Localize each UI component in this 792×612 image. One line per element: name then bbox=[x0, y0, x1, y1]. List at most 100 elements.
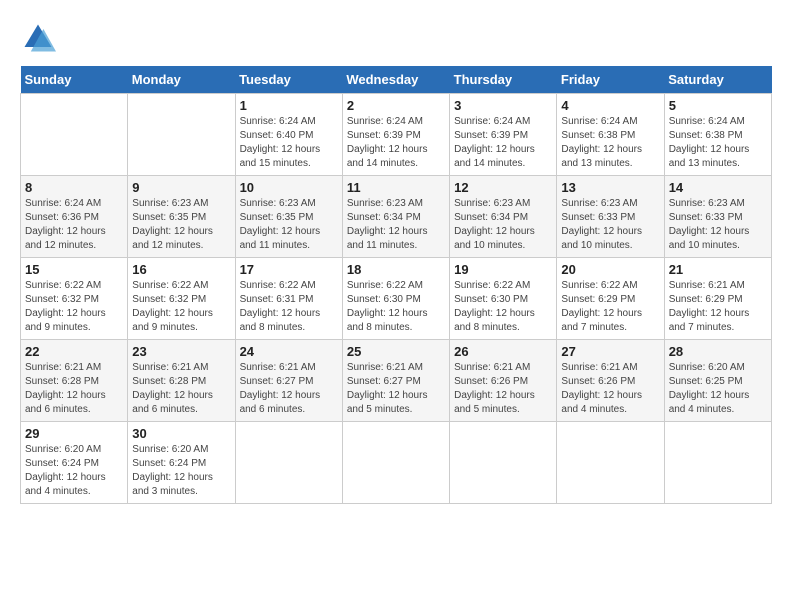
calendar-day-10: 10 Sunrise: 6:23 AMSunset: 6:35 PMDayligh… bbox=[235, 176, 342, 258]
day-number: 18 bbox=[347, 262, 445, 277]
day-number: 20 bbox=[561, 262, 659, 277]
day-number: 8 bbox=[25, 180, 123, 195]
day-number: 24 bbox=[240, 344, 338, 359]
calendar-day-19: 19 Sunrise: 6:22 AMSunset: 6:30 PMDayligh… bbox=[450, 258, 557, 340]
day-info: Sunrise: 6:21 AMSunset: 6:26 PMDaylight:… bbox=[454, 361, 552, 417]
calendar-day-25: 25 Sunrise: 6:21 AMSunset: 6:27 PMDayligh… bbox=[342, 340, 449, 422]
calendar-day-17: 17 Sunrise: 6:22 AMSunset: 6:31 PMDayligh… bbox=[235, 258, 342, 340]
day-number: 28 bbox=[669, 344, 767, 359]
calendar-week-4: 22 Sunrise: 6:21 AMSunset: 6:28 PMDayligh… bbox=[21, 340, 772, 422]
calendar-day-8: 8 Sunrise: 6:24 AMSunset: 6:36 PMDaylight… bbox=[21, 176, 128, 258]
calendar-week-5: 29 Sunrise: 6:20 AMSunset: 6:24 PMDayligh… bbox=[21, 422, 772, 504]
day-number: 27 bbox=[561, 344, 659, 359]
day-info: Sunrise: 6:23 AMSunset: 6:35 PMDaylight:… bbox=[132, 197, 230, 253]
day-info: Sunrise: 6:21 AMSunset: 6:27 PMDaylight:… bbox=[240, 361, 338, 417]
page-header bbox=[20, 20, 772, 56]
day-number: 26 bbox=[454, 344, 552, 359]
calendar-day-24: 24 Sunrise: 6:21 AMSunset: 6:27 PMDayligh… bbox=[235, 340, 342, 422]
empty-cell bbox=[342, 422, 449, 504]
logo-icon bbox=[20, 20, 56, 56]
day-info: Sunrise: 6:20 AMSunset: 6:24 PMDaylight:… bbox=[132, 443, 230, 499]
logo bbox=[20, 20, 60, 56]
day-info: Sunrise: 6:24 AMSunset: 6:36 PMDaylight:… bbox=[25, 197, 123, 253]
calendar-day-30: 30 Sunrise: 6:20 AMSunset: 6:24 PMDayligh… bbox=[128, 422, 235, 504]
day-number: 5 bbox=[669, 98, 767, 113]
day-info: Sunrise: 6:21 AMSunset: 6:28 PMDaylight:… bbox=[25, 361, 123, 417]
calendar-day-29: 29Sunrise: 6:20 AMSunset: 6:24 PMDayligh… bbox=[21, 422, 128, 504]
calendar-day-26: 26 Sunrise: 6:21 AMSunset: 6:26 PMDayligh… bbox=[450, 340, 557, 422]
calendar-day-16: 16 Sunrise: 6:22 AMSunset: 6:32 PMDayligh… bbox=[128, 258, 235, 340]
day-info: Sunrise: 6:22 AMSunset: 6:31 PMDaylight:… bbox=[240, 279, 338, 335]
column-header-monday: Monday bbox=[128, 66, 235, 94]
calendar-header-row: SundayMondayTuesdayWednesdayThursdayFrid… bbox=[21, 66, 772, 94]
day-number: 16 bbox=[132, 262, 230, 277]
day-info: Sunrise: 6:21 AMSunset: 6:28 PMDaylight:… bbox=[132, 361, 230, 417]
calendar-day-1: 1 Sunrise: 6:24 AMSunset: 6:40 PMDaylight… bbox=[235, 94, 342, 176]
day-number: 22 bbox=[25, 344, 123, 359]
column-header-tuesday: Tuesday bbox=[235, 66, 342, 94]
day-info: Sunrise: 6:21 AMSunset: 6:27 PMDaylight:… bbox=[347, 361, 445, 417]
empty-cell bbox=[450, 422, 557, 504]
day-info: Sunrise: 6:22 AMSunset: 6:29 PMDaylight:… bbox=[561, 279, 659, 335]
day-info: Sunrise: 6:23 AMSunset: 6:33 PMDaylight:… bbox=[669, 197, 767, 253]
day-info: Sunrise: 6:23 AMSunset: 6:34 PMDaylight:… bbox=[347, 197, 445, 253]
day-info: Sunrise: 6:23 AMSunset: 6:33 PMDaylight:… bbox=[561, 197, 659, 253]
calendar-week-1: 1 Sunrise: 6:24 AMSunset: 6:40 PMDaylight… bbox=[21, 94, 772, 176]
day-info: Sunrise: 6:23 AMSunset: 6:34 PMDaylight:… bbox=[454, 197, 552, 253]
day-number: 10 bbox=[240, 180, 338, 195]
calendar-day-20: 20 Sunrise: 6:22 AMSunset: 6:29 PMDayligh… bbox=[557, 258, 664, 340]
calendar-day-13: 13 Sunrise: 6:23 AMSunset: 6:33 PMDayligh… bbox=[557, 176, 664, 258]
calendar-table: SundayMondayTuesdayWednesdayThursdayFrid… bbox=[20, 66, 772, 504]
calendar-day-4: 4Sunrise: 6:24 AMSunset: 6:38 PMDaylight… bbox=[557, 94, 664, 176]
day-number: 14 bbox=[669, 180, 767, 195]
calendar-day-9: 9 Sunrise: 6:23 AMSunset: 6:35 PMDaylight… bbox=[128, 176, 235, 258]
day-number: 30 bbox=[132, 426, 230, 441]
day-number: 19 bbox=[454, 262, 552, 277]
day-info: Sunrise: 6:24 AMSunset: 6:38 PMDaylight:… bbox=[669, 115, 767, 171]
day-info: Sunrise: 6:24 AMSunset: 6:40 PMDaylight:… bbox=[240, 115, 338, 171]
calendar-day-12: 12 Sunrise: 6:23 AMSunset: 6:34 PMDayligh… bbox=[450, 176, 557, 258]
calendar-day-28: 28 Sunrise: 6:20 AMSunset: 6:25 PMDayligh… bbox=[664, 340, 771, 422]
day-number: 9 bbox=[132, 180, 230, 195]
day-number: 21 bbox=[669, 262, 767, 277]
day-number: 29 bbox=[25, 426, 123, 441]
day-info: Sunrise: 6:21 AMSunset: 6:29 PMDaylight:… bbox=[669, 279, 767, 335]
day-info: Sunrise: 6:22 AMSunset: 6:32 PMDaylight:… bbox=[132, 279, 230, 335]
empty-cell bbox=[664, 422, 771, 504]
calendar-day-23: 23 Sunrise: 6:21 AMSunset: 6:28 PMDayligh… bbox=[128, 340, 235, 422]
day-number: 3 bbox=[454, 98, 552, 113]
day-number: 1 bbox=[240, 98, 338, 113]
day-number: 15 bbox=[25, 262, 123, 277]
day-info: Sunrise: 6:23 AMSunset: 6:35 PMDaylight:… bbox=[240, 197, 338, 253]
column-header-wednesday: Wednesday bbox=[342, 66, 449, 94]
day-number: 11 bbox=[347, 180, 445, 195]
day-number: 12 bbox=[454, 180, 552, 195]
calendar-day-21: 21 Sunrise: 6:21 AMSunset: 6:29 PMDayligh… bbox=[664, 258, 771, 340]
calendar-day-14: 14 Sunrise: 6:23 AMSunset: 6:33 PMDayligh… bbox=[664, 176, 771, 258]
day-number: 23 bbox=[132, 344, 230, 359]
column-header-saturday: Saturday bbox=[664, 66, 771, 94]
column-header-thursday: Thursday bbox=[450, 66, 557, 94]
day-number: 4 bbox=[561, 98, 659, 113]
day-info: Sunrise: 6:21 AMSunset: 6:26 PMDaylight:… bbox=[561, 361, 659, 417]
column-header-friday: Friday bbox=[557, 66, 664, 94]
calendar-day-22: 22 Sunrise: 6:21 AMSunset: 6:28 PMDayligh… bbox=[21, 340, 128, 422]
column-header-sunday: Sunday bbox=[21, 66, 128, 94]
calendar-day-5: 5 Sunrise: 6:24 AMSunset: 6:38 PMDaylight… bbox=[664, 94, 771, 176]
day-info: Sunrise: 6:20 AMSunset: 6:25 PMDaylight:… bbox=[669, 361, 767, 417]
day-number: 25 bbox=[347, 344, 445, 359]
empty-cell bbox=[235, 422, 342, 504]
calendar-day-15: 15Sunrise: 6:22 AMSunset: 6:32 PMDayligh… bbox=[21, 258, 128, 340]
day-info: Sunrise: 6:24 AMSunset: 6:39 PMDaylight:… bbox=[454, 115, 552, 171]
day-info: Sunrise: 6:24 AMSunset: 6:39 PMDaylight:… bbox=[347, 115, 445, 171]
day-info: Sunrise: 6:22 AMSunset: 6:30 PMDaylight:… bbox=[454, 279, 552, 335]
calendar-week-2: 8 Sunrise: 6:24 AMSunset: 6:36 PMDaylight… bbox=[21, 176, 772, 258]
day-info: Sunrise: 6:22 AMSunset: 6:30 PMDaylight:… bbox=[347, 279, 445, 335]
calendar-day-18: 18 Sunrise: 6:22 AMSunset: 6:30 PMDayligh… bbox=[342, 258, 449, 340]
calendar-week-3: 15 Sunrise: 6:22 AMSunset: 6:32 PMDayligh… bbox=[21, 258, 772, 340]
day-number: 13 bbox=[561, 180, 659, 195]
calendar-day-2: 2Sunrise: 6:24 AMSunset: 6:39 PMDaylight… bbox=[342, 94, 449, 176]
day-number: 17 bbox=[240, 262, 338, 277]
calendar-day-11: 11 Sunrise: 6:23 AMSunset: 6:34 PMDayligh… bbox=[342, 176, 449, 258]
calendar-day-27: 27 Sunrise: 6:21 AMSunset: 6:26 PMDayligh… bbox=[557, 340, 664, 422]
